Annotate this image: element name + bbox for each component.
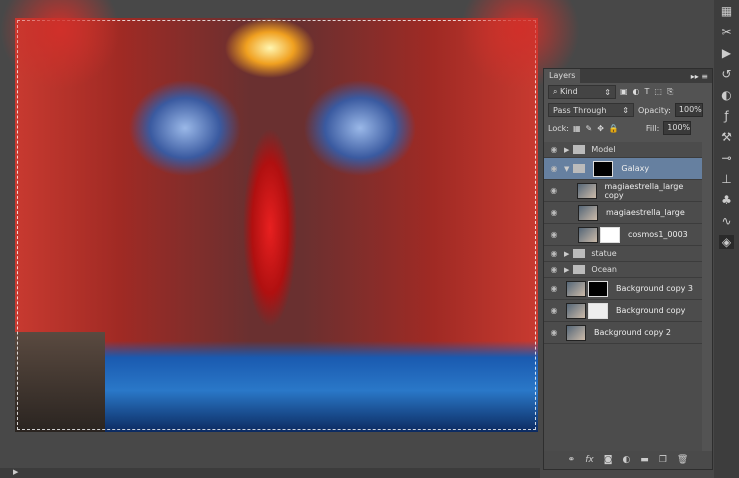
link-icon[interactable]: ⚭ [568, 455, 576, 465]
layer-name: magiaestrella_large [606, 208, 685, 217]
filter-icons[interactable]: ▣◐T⬚⎘ [620, 87, 678, 97]
layer-statue[interactable]: ◉ ▶ statue [544, 246, 702, 262]
folder-icon [573, 265, 586, 274]
brush-presets-icon[interactable]: ⊸ [721, 151, 731, 165]
layer-item[interactable]: ◉ Background copy 3 [544, 278, 702, 300]
layer-name: Background copy [616, 306, 686, 315]
selection-marquee [17, 20, 536, 430]
chevron-down-icon[interactable]: ▼ [564, 165, 569, 173]
filter-kind-value: Kind [560, 87, 578, 96]
layer-mask-thumb [593, 160, 614, 177]
chevron-right-icon[interactable]: ▶ [564, 146, 569, 154]
folder-icon[interactable]: ▬ [640, 455, 649, 465]
layer-name: magiaestrella_large copy [604, 181, 684, 200]
scissors-icon[interactable]: ✂ [721, 25, 731, 39]
folder-icon [573, 164, 586, 173]
eye-icon[interactable]: ◉ [544, 306, 564, 315]
trash-icon[interactable]: 🗑 [677, 455, 688, 465]
layer-name: cosmos1_0003 [628, 230, 688, 239]
lock-label: Lock: [548, 123, 569, 133]
layer-item[interactable]: ◉ magiaestrella_large [544, 202, 702, 224]
chevron-right-icon[interactable]: ▶ [564, 266, 569, 274]
layers-icon[interactable]: ◈ [718, 235, 735, 249]
eye-icon[interactable]: ◉ [544, 328, 564, 337]
layer-model[interactable]: ◉ ▶ Model [544, 142, 702, 158]
layer-mask-thumb [600, 226, 620, 243]
paths-icon[interactable]: ∿ [721, 214, 731, 228]
fill-input[interactable]: 100% [663, 121, 692, 135]
filter-kind-select[interactable]: ⌕ Kind ⇕ [548, 85, 616, 99]
panel-menu-icon[interactable]: ▸▸ ≡ [691, 72, 712, 81]
layer-mask-thumb [588, 302, 608, 319]
layer-name: Ocean [591, 265, 617, 274]
layer-name: Background copy 2 [594, 328, 672, 337]
layer-ocean[interactable]: ◉ ▶ Ocean [544, 262, 702, 278]
layers-list: ◉ ▶ Model ◉ ▼ Galaxy ◉ magiaestrella_large co… [544, 142, 702, 451]
layer-mask-thumb [588, 280, 608, 297]
layer-name: Model [591, 145, 616, 154]
clone-source-icon[interactable]: ⊥ [721, 172, 731, 186]
color-icon[interactable]: ♣ [721, 193, 732, 207]
opacity-label: Opacity: [638, 105, 671, 115]
layer-thumb [566, 280, 586, 297]
styles-icon[interactable]: ƒ [724, 109, 728, 123]
layer-item[interactable]: ◉ Background copy 2 [544, 322, 702, 344]
eye-icon[interactable]: ◉ [544, 265, 564, 274]
lock-icons[interactable]: ▦✎✥🔒 [573, 124, 624, 133]
eye-icon[interactable]: ◉ [544, 249, 564, 258]
layers-footer: ⚭ fx ◙ ◐ ▬ ❐ 🗑 [544, 451, 712, 469]
play-icon[interactable]: ▶ [722, 46, 731, 60]
layer-thumb [578, 226, 598, 243]
adjustments-icon[interactable]: ◐ [721, 88, 731, 102]
eye-icon[interactable]: ◉ [544, 164, 564, 173]
search-icon: ⌕ [553, 87, 561, 96]
grid-icon[interactable]: ▦ [721, 4, 732, 18]
eye-icon[interactable]: ◉ [544, 186, 563, 195]
layer-thumb [578, 204, 598, 221]
folder-icon [573, 249, 586, 258]
status-arrow[interactable]: ▶ [13, 468, 18, 476]
new-layer-icon[interactable]: ❐ [659, 455, 667, 465]
eye-icon[interactable]: ◉ [544, 145, 564, 154]
brush-icon[interactable]: ⚒ [721, 130, 732, 144]
layer-galaxy[interactable]: ◉ ▼ Galaxy [544, 158, 702, 180]
layer-thumb [566, 302, 586, 319]
layer-thumb [577, 182, 597, 199]
fill-label: Fill: [645, 123, 660, 133]
blend-mode-value: Pass Through [553, 105, 607, 115]
layer-name: Background copy 3 [616, 284, 694, 293]
history-icon[interactable]: ↺ [721, 67, 731, 81]
status-bar: ▶ [0, 468, 540, 478]
opacity-input[interactable]: 100% [674, 103, 703, 117]
layer-item[interactable]: ◉ cosmos1_0003 [544, 224, 702, 246]
eye-icon[interactable]: ◉ [544, 208, 564, 217]
layer-item[interactable]: ◉ Background copy [544, 300, 702, 322]
eye-icon[interactable]: ◉ [544, 230, 564, 239]
layer-name: statue [591, 249, 617, 258]
mask-icon[interactable]: ◙ [604, 455, 613, 465]
right-toolbar: ▦ ✂ ▶ ↺ ◐ ƒ ⚒ ⊸ ⊥ ♣ ∿ ◈ [714, 0, 739, 478]
blend-mode-select[interactable]: Pass Through ⇕ [548, 103, 634, 117]
adjustment-icon[interactable]: ◐ [622, 455, 630, 465]
layers-panel: Layers ▸▸ ≡ ⌕ Kind ⇕ ▣◐T⬚⎘ Pass Through ⇕ O… [543, 68, 713, 470]
fx-icon[interactable]: fx [585, 455, 594, 465]
layer-thumb [566, 324, 586, 341]
document-canvas[interactable] [15, 18, 538, 432]
layer-name: Galaxy [621, 164, 650, 173]
folder-icon [573, 145, 586, 154]
tab-layers[interactable]: Layers [544, 69, 581, 83]
layer-item[interactable]: ◉ magiaestrella_large copy [544, 180, 702, 202]
eye-icon[interactable]: ◉ [544, 284, 564, 293]
chevron-right-icon[interactable]: ▶ [564, 250, 569, 258]
